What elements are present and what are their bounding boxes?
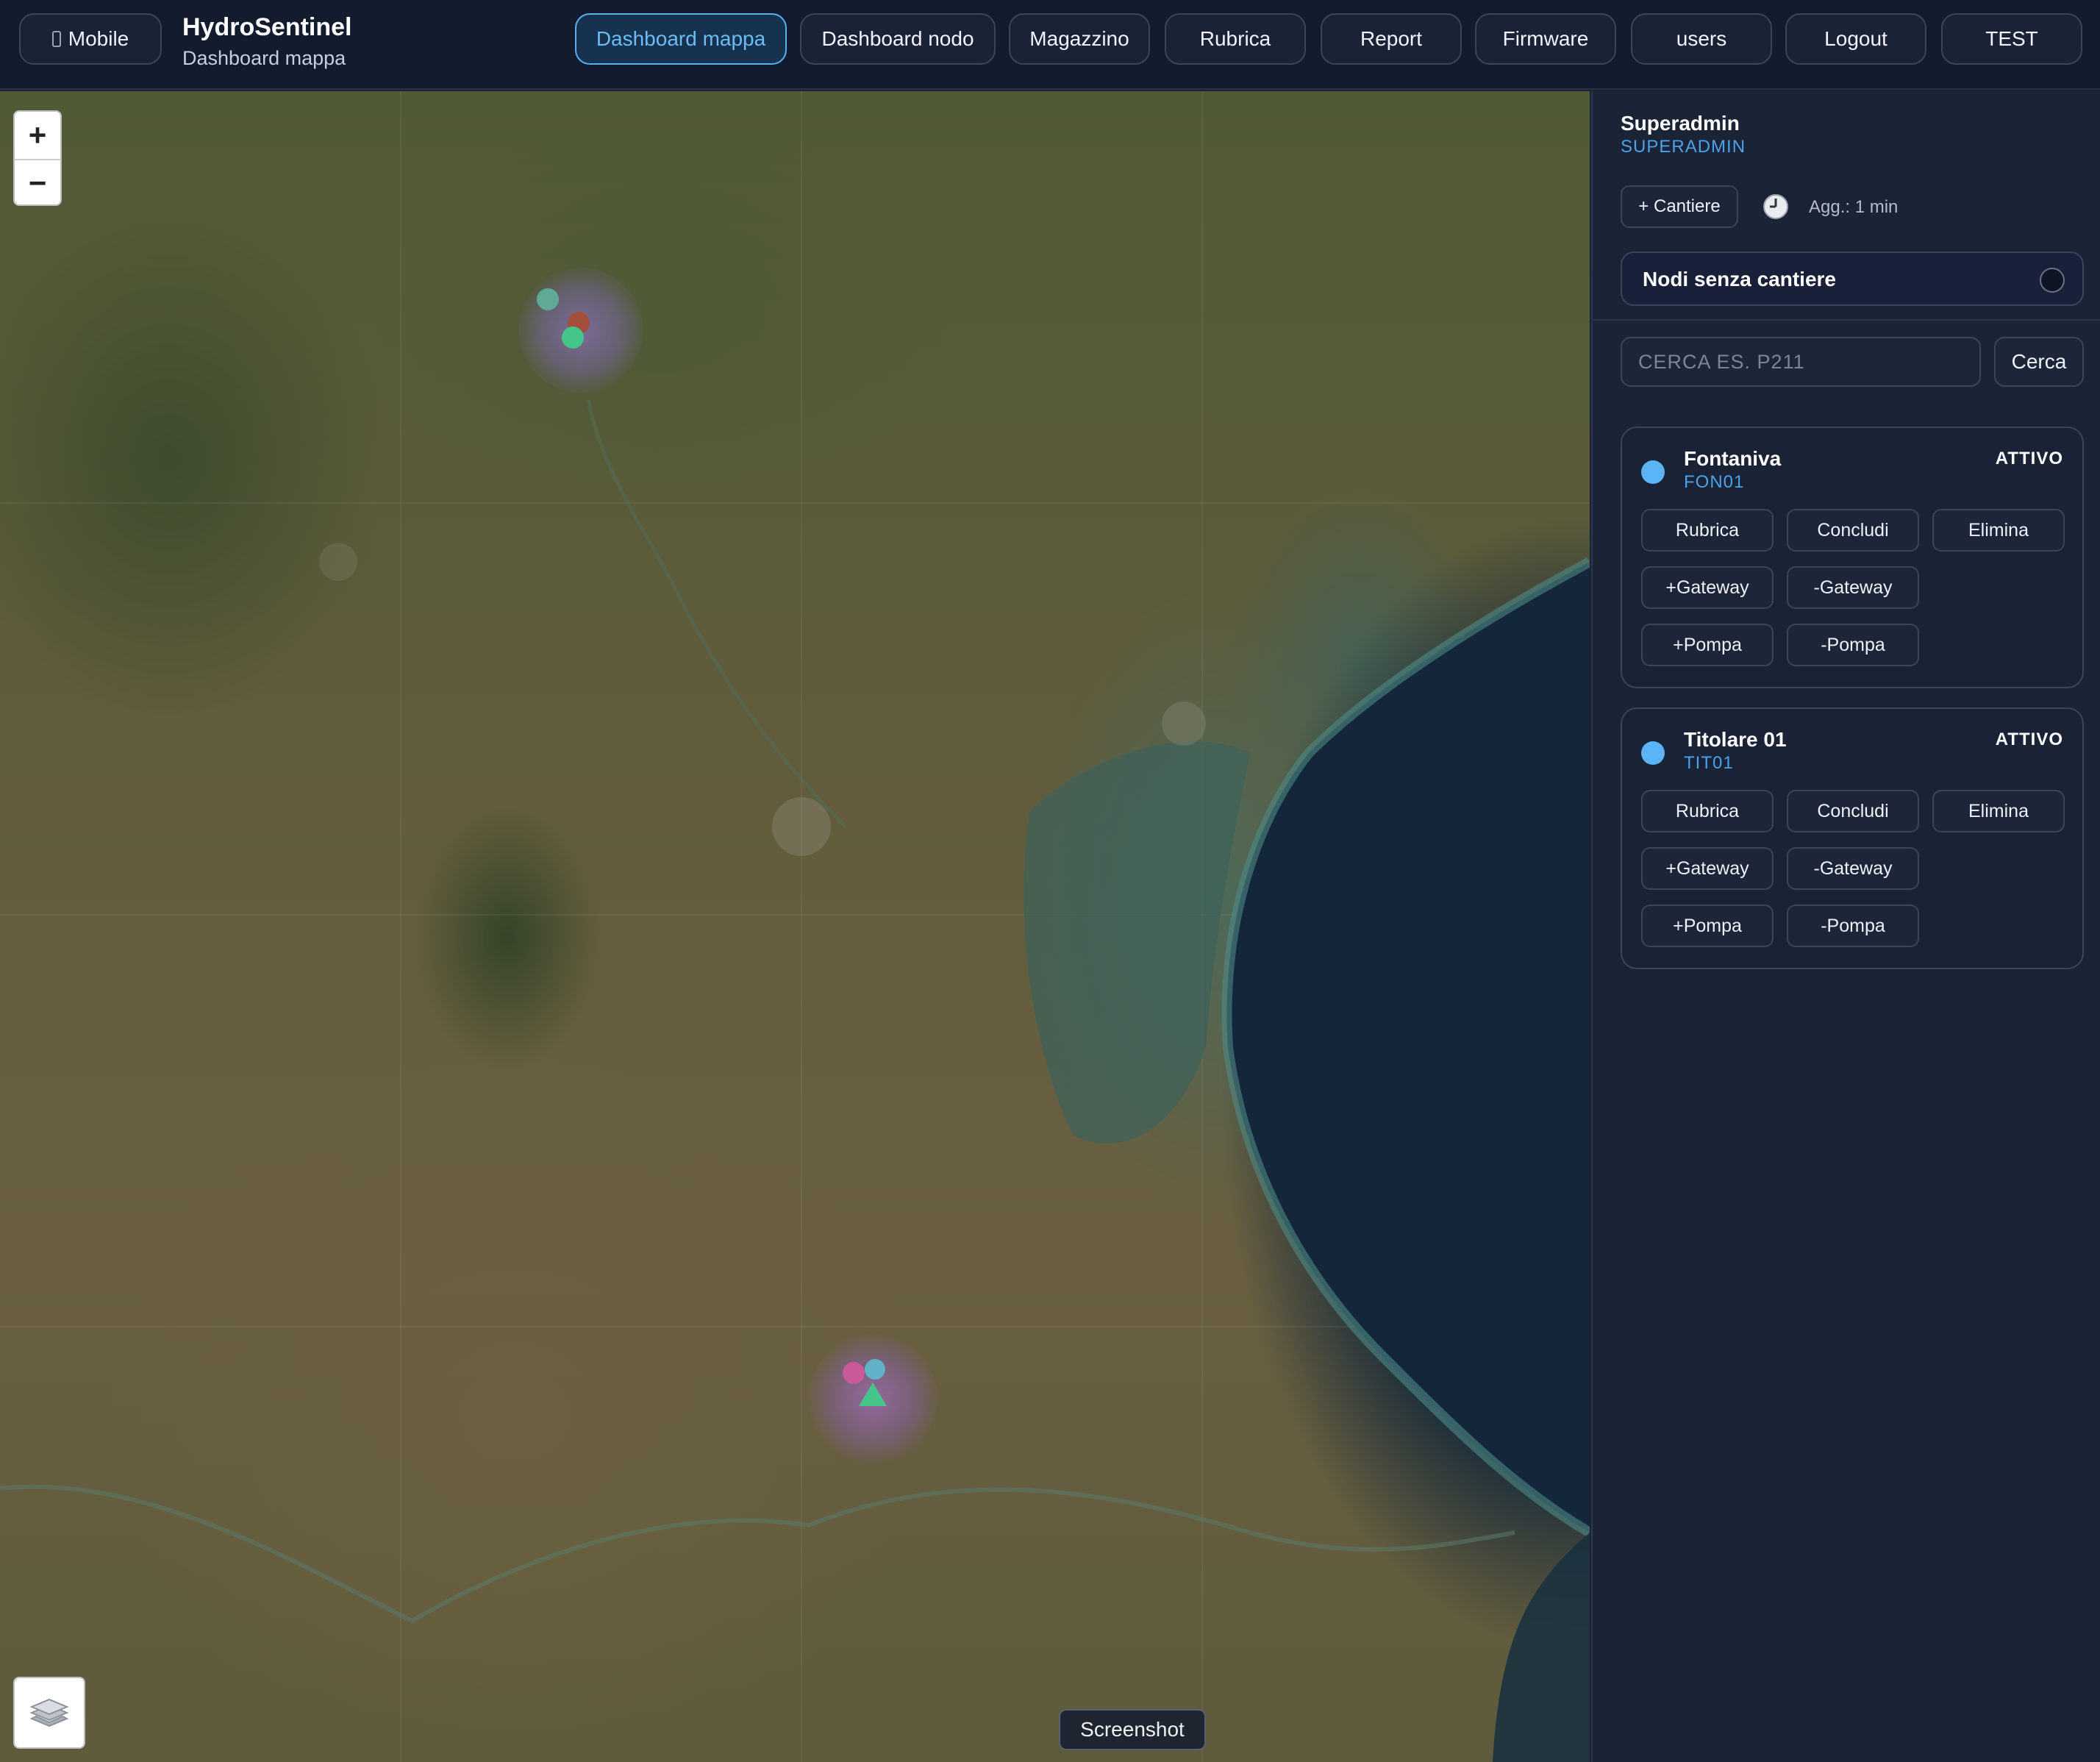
add-pump-button[interactable]: +Pompa [1641,624,1774,666]
layers-icon [29,1698,69,1727]
nav-magazzino[interactable]: Magazzino [1009,13,1150,65]
remove-pump-button[interactable]: -Pompa [1787,905,1919,947]
nodes-without-site-toggle-row[interactable]: Nodi senza cantiere [1621,252,2084,306]
zoom-control: + − [13,110,62,206]
site-name: Fontaniva [1684,447,1782,470]
top-header: Mobile HydroSentinel Dashboard mappa Das… [0,0,2100,90]
refresh-interval: Agg.: 1 min [1809,197,1899,217]
zoom-out-button[interactable]: − [15,159,60,204]
map-terrain [0,91,1590,1762]
remove-pump-button[interactable]: -Pompa [1787,624,1919,666]
nav-users[interactable]: users [1631,13,1772,65]
site-card-titolare-01: Titolare 01 TIT01 ATTIVO Rubrica Conclud… [1621,707,2084,969]
site-name: Titolare 01 [1684,728,1787,751]
nav-dashboard-nodo[interactable]: Dashboard nodo [800,13,996,65]
nav-label: Rubrica [1199,27,1271,50]
status-badge: ATTIVO [1995,730,2063,749]
elimina-button[interactable]: Elimina [1932,790,2065,832]
nav-label: users [1676,27,1727,50]
clock-icon [1763,194,1788,219]
app-title: HydroSentinel [182,13,352,41]
nav-label: TEST [1985,27,2038,50]
divider [1593,319,2100,321]
mobile-button[interactable]: Mobile [19,13,162,65]
remove-gateway-button[interactable]: -Gateway [1787,847,1919,890]
pump-marker-icon[interactable] [857,1381,888,1408]
nav-label: Logout [1824,27,1888,50]
nodes-without-site-toggle[interactable] [2040,268,2065,293]
zoom-in-button[interactable]: + [15,112,60,159]
add-pump-button[interactable]: +Pompa [1641,905,1774,947]
nav-dashboard-mappa[interactable]: Dashboard mappa [575,13,787,65]
add-gateway-button[interactable]: +Gateway [1641,847,1774,890]
concludi-button[interactable]: Concludi [1787,509,1919,552]
node-marker[interactable] [865,1359,885,1380]
nodes-without-site-label: Nodi senza cantiere [1643,268,1836,290]
elimina-button[interactable]: Elimina [1932,509,2065,552]
mobile-label: Mobile [68,27,129,50]
nav-report[interactable]: Report [1321,13,1462,65]
remove-gateway-button[interactable]: -Gateway [1787,566,1919,609]
nav-test[interactable]: TEST [1941,13,2082,65]
sites-sidebar: Superadmin SUPERADMIN + Cantiere Agg.: 1… [1591,91,2100,1762]
rubrica-button[interactable]: Rubrica [1641,509,1774,552]
page-subtitle: Dashboard mappa [182,47,346,69]
node-marker[interactable] [562,327,584,349]
site-card-fontaniva: Fontaniva FON01 ATTIVO Rubrica Concludi … [1621,427,2084,688]
nav-firmware[interactable]: Firmware [1475,13,1616,65]
status-dot [1641,460,1665,484]
satellite-map[interactable]: + − Screenshot [0,91,1590,1762]
site-code: TIT01 [1684,753,1734,773]
nav-rubrica[interactable]: Rubrica [1165,13,1306,65]
layers-button[interactable] [13,1677,85,1749]
site-code: FON01 [1684,472,1745,492]
nav-logout[interactable]: Logout [1785,13,1926,65]
node-marker[interactable] [537,288,559,310]
search-button[interactable]: Cerca [1994,337,2084,387]
nav-label: Dashboard mappa [596,27,766,50]
status-badge: ATTIVO [1995,449,2063,468]
nav-label: Magazzino [1029,27,1129,50]
search-input[interactable] [1621,337,1981,387]
phone-icon [51,31,61,47]
screenshot-button[interactable]: Screenshot [1059,1709,1206,1750]
nav-label: Firmware [1502,27,1589,50]
add-site-button[interactable]: + Cantiere [1621,185,1738,228]
nav-label: Report [1360,27,1423,50]
status-dot [1641,741,1665,765]
nav-label: Dashboard nodo [821,27,974,50]
concludi-button[interactable]: Concludi [1787,790,1919,832]
add-gateway-button[interactable]: +Gateway [1641,566,1774,609]
user-name: Superadmin [1621,112,1740,135]
user-role: SUPERADMIN [1621,137,1746,157]
rubrica-button[interactable]: Rubrica [1641,790,1774,832]
